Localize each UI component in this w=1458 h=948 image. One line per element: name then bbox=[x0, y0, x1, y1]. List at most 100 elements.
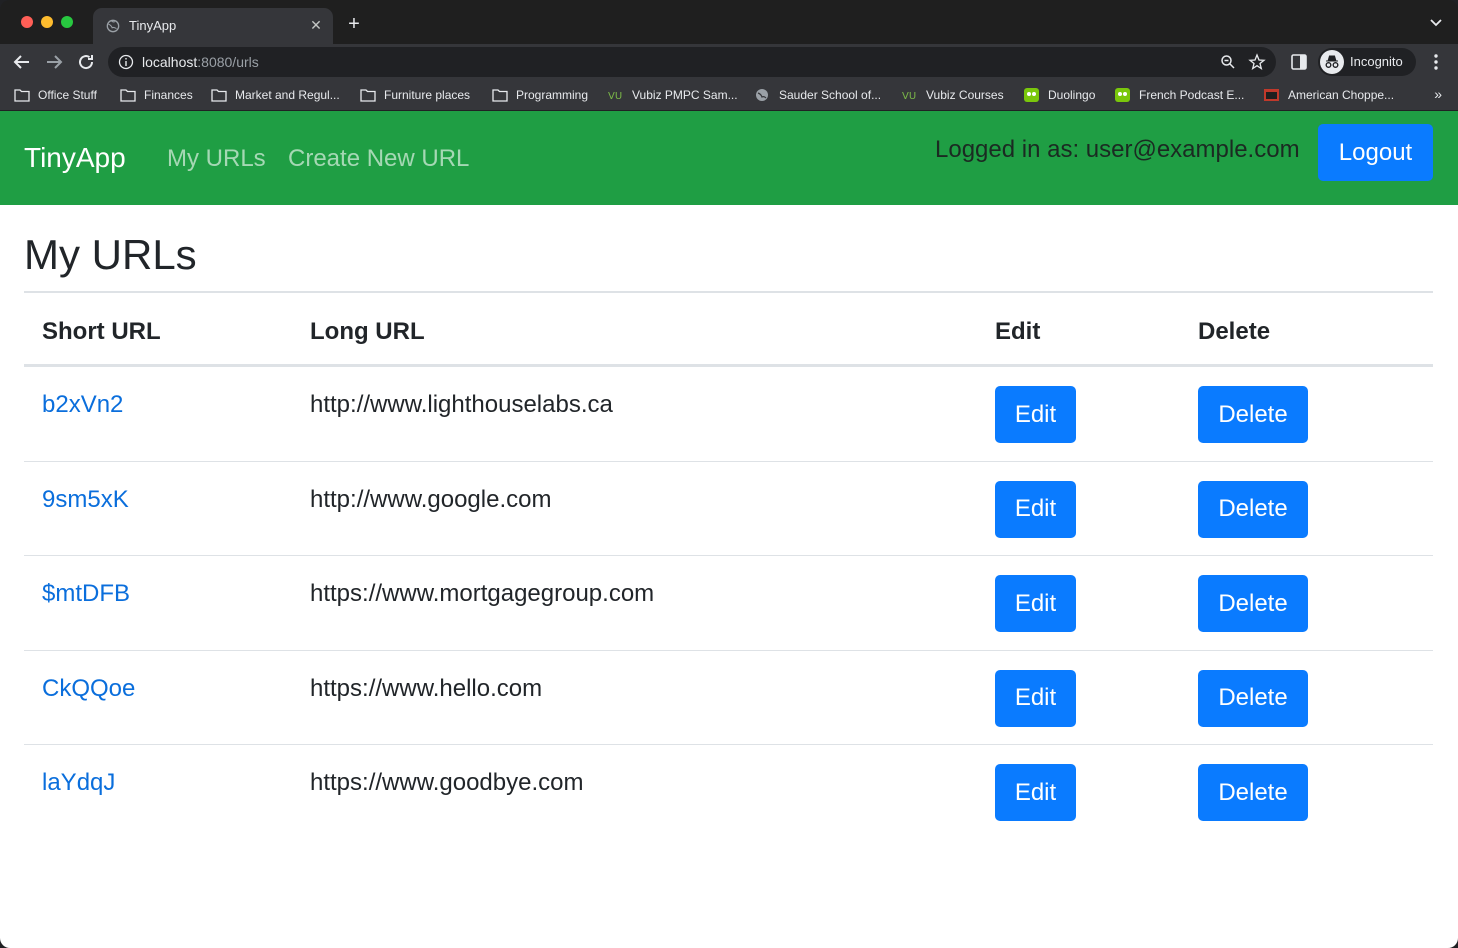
table-row: 9sm5xK http://www.google.com Edit Delete bbox=[24, 462, 1433, 556]
short-url-link[interactable]: 9sm5xK bbox=[42, 486, 129, 514]
delete-button[interactable]: Delete bbox=[1198, 480, 1308, 538]
logout-button[interactable]: Logout bbox=[1318, 124, 1433, 181]
maximize-window-button[interactable] bbox=[61, 16, 73, 28]
vubiz-icon: VU bbox=[902, 91, 916, 102]
tab-strip: TinyApp ✕ + bbox=[0, 0, 1458, 44]
bookmark-french-podcast[interactable]: French Podcast E... bbox=[1115, 85, 1244, 105]
bookmark-duolingo[interactable]: Duolingo bbox=[1024, 85, 1095, 105]
delete-button[interactable]: Delete bbox=[1198, 669, 1308, 727]
info-icon[interactable] bbox=[118, 54, 134, 70]
bookmark-vubiz-pmpc[interactable]: VU Vubiz PMPC Sam... bbox=[608, 85, 738, 105]
table-row: laYdqJ https://www.goodbye.com Edit Dele… bbox=[24, 745, 1433, 840]
delete-button[interactable]: Delete bbox=[1198, 575, 1308, 632]
arrow-left-icon bbox=[13, 55, 29, 69]
chevron-down-icon[interactable] bbox=[1428, 14, 1444, 30]
bookmark-label: Vubiz PMPC Sam... bbox=[632, 88, 738, 102]
bookmark-vubiz-courses[interactable]: VU Vubiz Courses bbox=[902, 85, 1004, 105]
close-window-button[interactable] bbox=[21, 16, 33, 28]
bookmark-label: French Podcast E... bbox=[1139, 88, 1245, 102]
svg-text:VU: VU bbox=[902, 91, 916, 102]
duolingo-icon bbox=[1024, 88, 1039, 102]
edit-button[interactable]: Edit bbox=[995, 480, 1076, 538]
folder-icon bbox=[492, 89, 508, 102]
reload-icon bbox=[79, 55, 94, 70]
delete-button[interactable]: Delete bbox=[1198, 386, 1308, 443]
reload-button[interactable] bbox=[74, 50, 98, 74]
tab-tinyapp[interactable]: TinyApp ✕ bbox=[93, 8, 333, 44]
short-url-link[interactable]: CkQQoe bbox=[42, 675, 135, 703]
bookmark-label: Sauder School of... bbox=[779, 88, 882, 102]
long-url-text: https://www.goodbye.com bbox=[310, 769, 584, 796]
bookmark-american-chopper[interactable]: American Choppe... bbox=[1264, 85, 1394, 105]
table-row: CkQQoe https://www.hello.com Edit Delete bbox=[24, 651, 1433, 745]
short-url-link[interactable]: b2xVn2 bbox=[42, 391, 123, 419]
delete-button[interactable]: Delete bbox=[1198, 764, 1308, 821]
page-content: TinyApp My URLs Create New URL Logged in… bbox=[0, 111, 1458, 948]
bookmark-label: Vubiz Courses bbox=[926, 88, 1004, 102]
bookmark-office-stuff[interactable]: Office Stuff bbox=[14, 85, 97, 105]
side-panel-icon[interactable] bbox=[1290, 53, 1308, 71]
folder-icon bbox=[14, 89, 30, 102]
page-title: My URLs bbox=[24, 231, 197, 278]
bookmark-label: Office Stuff bbox=[38, 88, 97, 102]
bookmarks-overflow-button[interactable]: » bbox=[1434, 86, 1442, 102]
table-row: $mtDFB https://www.mortgagegroup.com Edi… bbox=[24, 556, 1433, 651]
address-bar[interactable]: localhost:8080/urls bbox=[108, 47, 1276, 77]
browser-window: TinyApp ✕ + localhost:8080/urls Incognit… bbox=[0, 0, 1458, 948]
vubiz-icon: VU bbox=[608, 91, 622, 102]
bookmarks-bar: Office Stuff Finances Market and Regul..… bbox=[0, 80, 1458, 110]
bookmark-label: Finances bbox=[144, 88, 193, 102]
folder-icon bbox=[120, 89, 136, 102]
bookmark-label: Market and Regul... bbox=[235, 88, 340, 102]
table-row: b2xVn2 http://www.lighthouselabs.ca Edit… bbox=[24, 367, 1433, 462]
edit-button[interactable]: Edit bbox=[995, 386, 1076, 443]
url-host: localhost bbox=[142, 54, 198, 70]
bookmark-programming[interactable]: Programming bbox=[492, 85, 588, 105]
short-url-link[interactable]: $mtDFB bbox=[42, 580, 130, 608]
logged-in-status: Logged in as: user@example.com bbox=[935, 136, 1300, 163]
short-url-link[interactable]: laYdqJ bbox=[42, 769, 115, 797]
new-tab-button[interactable]: + bbox=[344, 14, 364, 34]
zoom-icon[interactable] bbox=[1220, 54, 1236, 70]
column-header-short-url: Short URL bbox=[42, 318, 161, 345]
tab-title: TinyApp bbox=[129, 18, 177, 33]
bookmark-furniture-places[interactable]: Furniture places bbox=[360, 85, 470, 105]
incognito-icon bbox=[1320, 50, 1344, 74]
arrow-right-icon bbox=[47, 55, 63, 69]
bookmark-market-and-regul[interactable]: Market and Regul... bbox=[211, 85, 340, 105]
browser-toolbar: localhost:8080/urls Incognito bbox=[0, 44, 1458, 80]
forward-button[interactable] bbox=[42, 50, 66, 74]
url-text: localhost:8080/urls bbox=[142, 54, 259, 70]
bookmark-finances[interactable]: Finances bbox=[120, 85, 193, 105]
edit-button[interactable]: Edit bbox=[995, 669, 1076, 727]
close-tab-icon[interactable]: ✕ bbox=[307, 16, 325, 34]
bookmark-label: American Choppe... bbox=[1288, 88, 1395, 102]
table-header: Short URL Long URL Edit Delete bbox=[24, 291, 1433, 367]
more-menu-icon[interactable] bbox=[1428, 52, 1444, 72]
back-button[interactable] bbox=[10, 50, 34, 74]
brand-link[interactable]: TinyApp bbox=[24, 142, 126, 174]
bookmark-label: Duolingo bbox=[1048, 88, 1096, 102]
nav-create-new-url[interactable]: Create New URL bbox=[288, 145, 469, 173]
minimize-window-button[interactable] bbox=[41, 16, 53, 28]
chopper-icon bbox=[1264, 89, 1279, 101]
svg-text:VU: VU bbox=[608, 91, 622, 102]
duolingo-icon bbox=[1115, 88, 1130, 102]
url-path: :8080/urls bbox=[197, 54, 259, 70]
edit-button[interactable]: Edit bbox=[995, 575, 1076, 632]
profile-label: Incognito bbox=[1350, 54, 1403, 69]
profile-button[interactable]: Incognito bbox=[1318, 48, 1416, 76]
bookmark-sauder-school[interactable]: Sauder School of... bbox=[755, 85, 881, 105]
long-url-text: https://www.mortgagegroup.com bbox=[310, 580, 655, 607]
long-url-text: http://www.lighthouselabs.ca bbox=[310, 391, 613, 418]
globe-icon bbox=[106, 19, 120, 33]
folder-icon bbox=[211, 89, 227, 102]
globe-icon bbox=[756, 89, 768, 101]
edit-button[interactable]: Edit bbox=[995, 764, 1076, 821]
app-navbar: TinyApp My URLs Create New URL Logged in… bbox=[0, 111, 1458, 205]
nav-my-urls[interactable]: My URLs bbox=[167, 145, 266, 173]
long-url-text: http://www.google.com bbox=[310, 485, 552, 513]
column-header-edit: Edit bbox=[995, 318, 1041, 345]
column-header-long-url: Long URL bbox=[310, 318, 425, 345]
star-icon[interactable] bbox=[1248, 53, 1266, 71]
